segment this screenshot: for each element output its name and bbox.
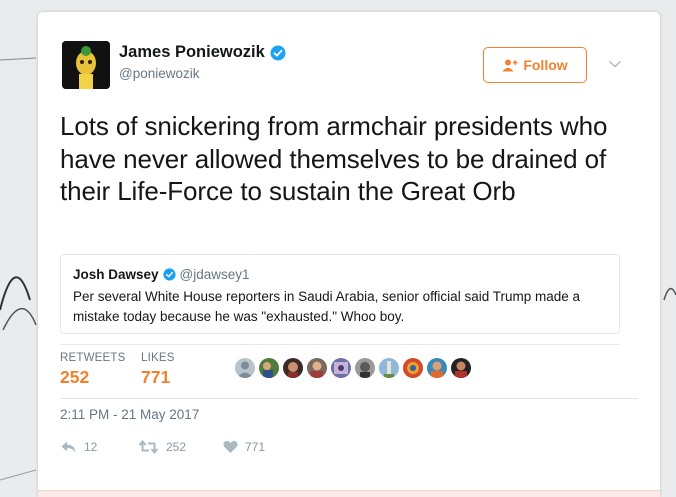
likes-stat[interactable]: LIKES 771 [141,352,175,388]
liker-avatar[interactable] [451,358,471,378]
liker-avatar[interactable] [427,358,447,378]
quoted-author-name: Josh Dawsey [73,267,159,282]
author-name-text[interactable]: James Poniewozik [119,43,265,62]
liker-avatar[interactable] [283,358,303,378]
divider [60,398,638,399]
chevron-down-icon[interactable] [608,59,622,69]
retweet-count: 252 [166,440,187,454]
likes-stat-label: LIKES [141,352,175,364]
follow-button-label: Follow [523,57,568,73]
verified-badge-icon [270,45,286,60]
verified-badge-icon [162,268,176,281]
liker-avatar[interactable] [307,358,327,378]
avatar-image [62,41,110,89]
likes-stat-value: 771 [141,367,171,387]
reply-icon [61,441,76,453]
quoted-tweet[interactable]: Josh Dawsey @jdawsey1 Per several White … [60,254,620,334]
retweet-icon [138,440,159,454]
retweets-stat-label: RETWEETS [60,352,126,364]
retweets-stat[interactable]: RETWEETS 252 [60,352,126,388]
liker-avatar[interactable] [403,358,423,378]
author-info: James Poniewozik @poniewozik [119,43,286,81]
follow-button[interactable]: Follow [483,47,587,83]
liker-avatar[interactable] [355,358,375,378]
add-user-icon [502,59,518,71]
liker-avatar[interactable] [235,358,255,378]
like-button[interactable]: 771 [223,440,265,454]
liker-avatar[interactable] [379,358,399,378]
reply-strip [38,490,660,497]
liker-avatar[interactable] [259,358,279,378]
retweets-stat-value: 252 [60,367,90,387]
tweet-card: James Poniewozik @poniewozik Follow Lots… [38,12,660,497]
retweet-button[interactable]: 252 [138,440,186,454]
author-name[interactable]: James Poniewozik [119,43,286,62]
author-handle[interactable]: @poniewozik [119,66,286,81]
liker-avatar[interactable] [331,358,351,378]
quoted-tweet-header: Josh Dawsey @jdawsey1 [73,267,608,282]
tweet-timestamp[interactable]: 2:11 PM - 21 May 2017 [60,407,199,422]
reply-count: 12 [84,440,98,454]
liker-avatars [235,358,471,378]
heart-icon [223,440,238,453]
reply-button[interactable]: 12 [60,440,97,454]
divider [60,344,620,345]
tweet-text: Lots of snickering from armchair preside… [60,111,608,206]
quoted-author-handle: @jdawsey1 [179,267,250,282]
quoted-tweet-text: Per several White House reporters in Sau… [73,289,580,324]
author-avatar[interactable] [62,41,110,89]
like-count: 771 [245,440,266,454]
